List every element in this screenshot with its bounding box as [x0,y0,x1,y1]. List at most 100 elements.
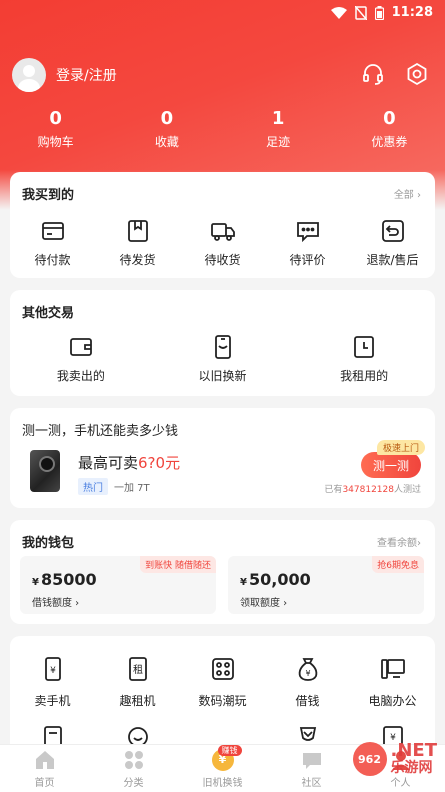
watermark-logo: 962 [352,742,387,776]
borrow-limit-box[interactable]: ¥85000 借钱额度 › 到账快 随借随还 [20,556,216,614]
tab-label: 分类 [123,777,144,789]
wallet-card: 我的钱包 查看余额› ¥85000 借钱额度 › 到账快 随借随还 ¥50,00… [10,520,435,624]
site-watermark: 962 .NET 乐游网 [352,740,437,777]
service-label: 电脑办公 [368,694,417,708]
svg-text:租: 租 [133,663,143,676]
profile-block[interactable]: 登录/注册 [12,58,117,92]
wallet-title: 我的钱包 [22,536,75,551]
service-label: 趣租机 [119,694,156,708]
purchases-title: 我买到的 [22,188,75,203]
stat-value: 0 [160,108,174,129]
tab-label: 首页 [34,777,55,789]
claim-label: 领取额度 › [240,598,288,609]
tab-label: 社区 [301,777,322,789]
max-price: 最高可卖6?0元 [78,452,180,473]
sell-phone-button[interactable]: ¥ 卖手机 [10,656,95,709]
pending-review-button[interactable]: 待评价 [265,218,350,268]
tab-home[interactable]: 首页 [0,745,89,792]
stat-coupons[interactable]: 0 优惠券 [334,108,445,150]
other-transactions-card: 其他交易 我卖出的 以旧换新 我租用的 [10,290,435,396]
clock-icon [354,336,375,358]
sell-phone-icon: ¥ [44,657,61,681]
watermark-main: .NET [390,740,437,762]
item-label: 我卖出的 [56,369,105,383]
borrow-label: 借钱额度 › [32,598,80,609]
tested-count: 已有347812128人测过 [324,482,421,495]
tab-community[interactable]: 社区 [267,745,356,792]
borrow-money-button[interactable]: ¥ 借钱 [265,656,350,709]
tab-trade-in[interactable]: 赚钱 ¥ 旧机换钱 [178,745,267,792]
card-icon [41,222,64,240]
svg-text:¥: ¥ [305,669,310,678]
stat-value: 1 [271,108,285,129]
claim-limit-box[interactable]: ¥50,000 领取额度 › 抢6期免息 [228,556,424,614]
rented-items-button[interactable]: 我租用的 [293,334,435,384]
wifi-icon [330,6,347,19]
pending-receipt-button[interactable]: 待收货 [180,218,265,268]
stat-favorites[interactable]: 0 收藏 [111,108,222,150]
hot-tag: 热门 [78,478,108,495]
truck-icon [210,223,235,241]
phone-swap-icon [214,335,231,359]
category-icon [124,750,143,769]
battery-icon [374,5,384,20]
stat-value: 0 [49,108,62,129]
claim-amount: ¥50,000 [240,570,311,589]
currency-symbol: ¥ [32,577,39,588]
digital-toys-button[interactable]: 数码潮玩 [180,656,265,709]
pending-shipment-button[interactable]: 待发货 [95,218,180,268]
tested-suffix: 人测过 [393,485,421,495]
purchases-all-link[interactable]: 全部 › [394,186,421,201]
price-prefix: 最高可卖 [78,454,139,472]
item-label: 待收货 [204,253,241,267]
home-icon [35,750,54,769]
sold-items-button[interactable]: 我卖出的 [10,334,152,384]
digital-icon [211,658,234,680]
stat-label: 足迹 [266,135,291,149]
borrow-tag: 到账快 随借随还 [140,556,216,573]
headset-icon[interactable] [359,60,387,88]
currency-symbol: ¥ [240,577,247,588]
stat-history[interactable]: 1 足迹 [223,108,334,150]
evaluate-button[interactable]: 测一测 [361,452,421,478]
stat-cart[interactable]: 0 购物车 [0,108,111,150]
tested-prefix: 已有 [324,485,343,495]
pending-payment-button[interactable]: 待付款 [10,218,95,268]
trade-in-button[interactable]: 以旧换新 [152,334,294,384]
amount-value: 85000 [40,570,97,589]
earn-badge: 赚钱 [217,745,242,756]
price-value: 6?0元 [138,454,181,472]
stat-label: 优惠券 [371,135,408,149]
login-register-link[interactable]: 登录/注册 [56,65,117,85]
item-label: 以旧换新 [198,369,247,383]
service-label: 借钱 [295,694,320,708]
no-sim-icon [354,5,367,20]
header-actions [359,60,431,88]
refund-aftersale-button[interactable]: 退款/售后 [350,218,435,268]
tab-category[interactable]: 分类 [89,745,178,792]
tab-label: 旧机换钱 [202,777,243,789]
item-label: 待付款 [34,253,71,267]
settings-icon[interactable] [403,60,431,88]
item-label: 我租用的 [340,369,389,383]
phone-evaluation-card[interactable]: 测一测，手机还能卖多少钱 最高可卖6?0元 热门 一加 7T 测一测 极速上门 … [10,408,435,508]
avatar[interactable] [12,58,46,92]
item-label: 待评价 [289,253,326,267]
tested-number: 347812128 [342,485,394,495]
stat-label: 购物车 [37,135,74,149]
watermark-sub: 乐游网 [390,760,433,777]
rent-phone-button[interactable]: 租 趣租机 [95,656,180,709]
phone-model: 一加 7T [114,483,150,494]
rent-icon: 租 [128,657,147,681]
money-bag-icon: ¥ [298,658,317,681]
service-label: 卖手机 [34,694,71,708]
computer-icon [380,659,405,679]
evaluation-title: 测一测，手机还能卖多少钱 [22,424,179,439]
computer-office-button[interactable]: 电脑办公 [350,656,435,709]
claim-tag: 抢6期免息 [372,556,424,573]
amount-value: 50,000 [248,570,311,589]
box-icon [127,220,148,242]
stat-value: 0 [383,108,396,129]
view-balance-link[interactable]: 查看余额› [377,534,421,549]
comment-icon [296,222,319,243]
